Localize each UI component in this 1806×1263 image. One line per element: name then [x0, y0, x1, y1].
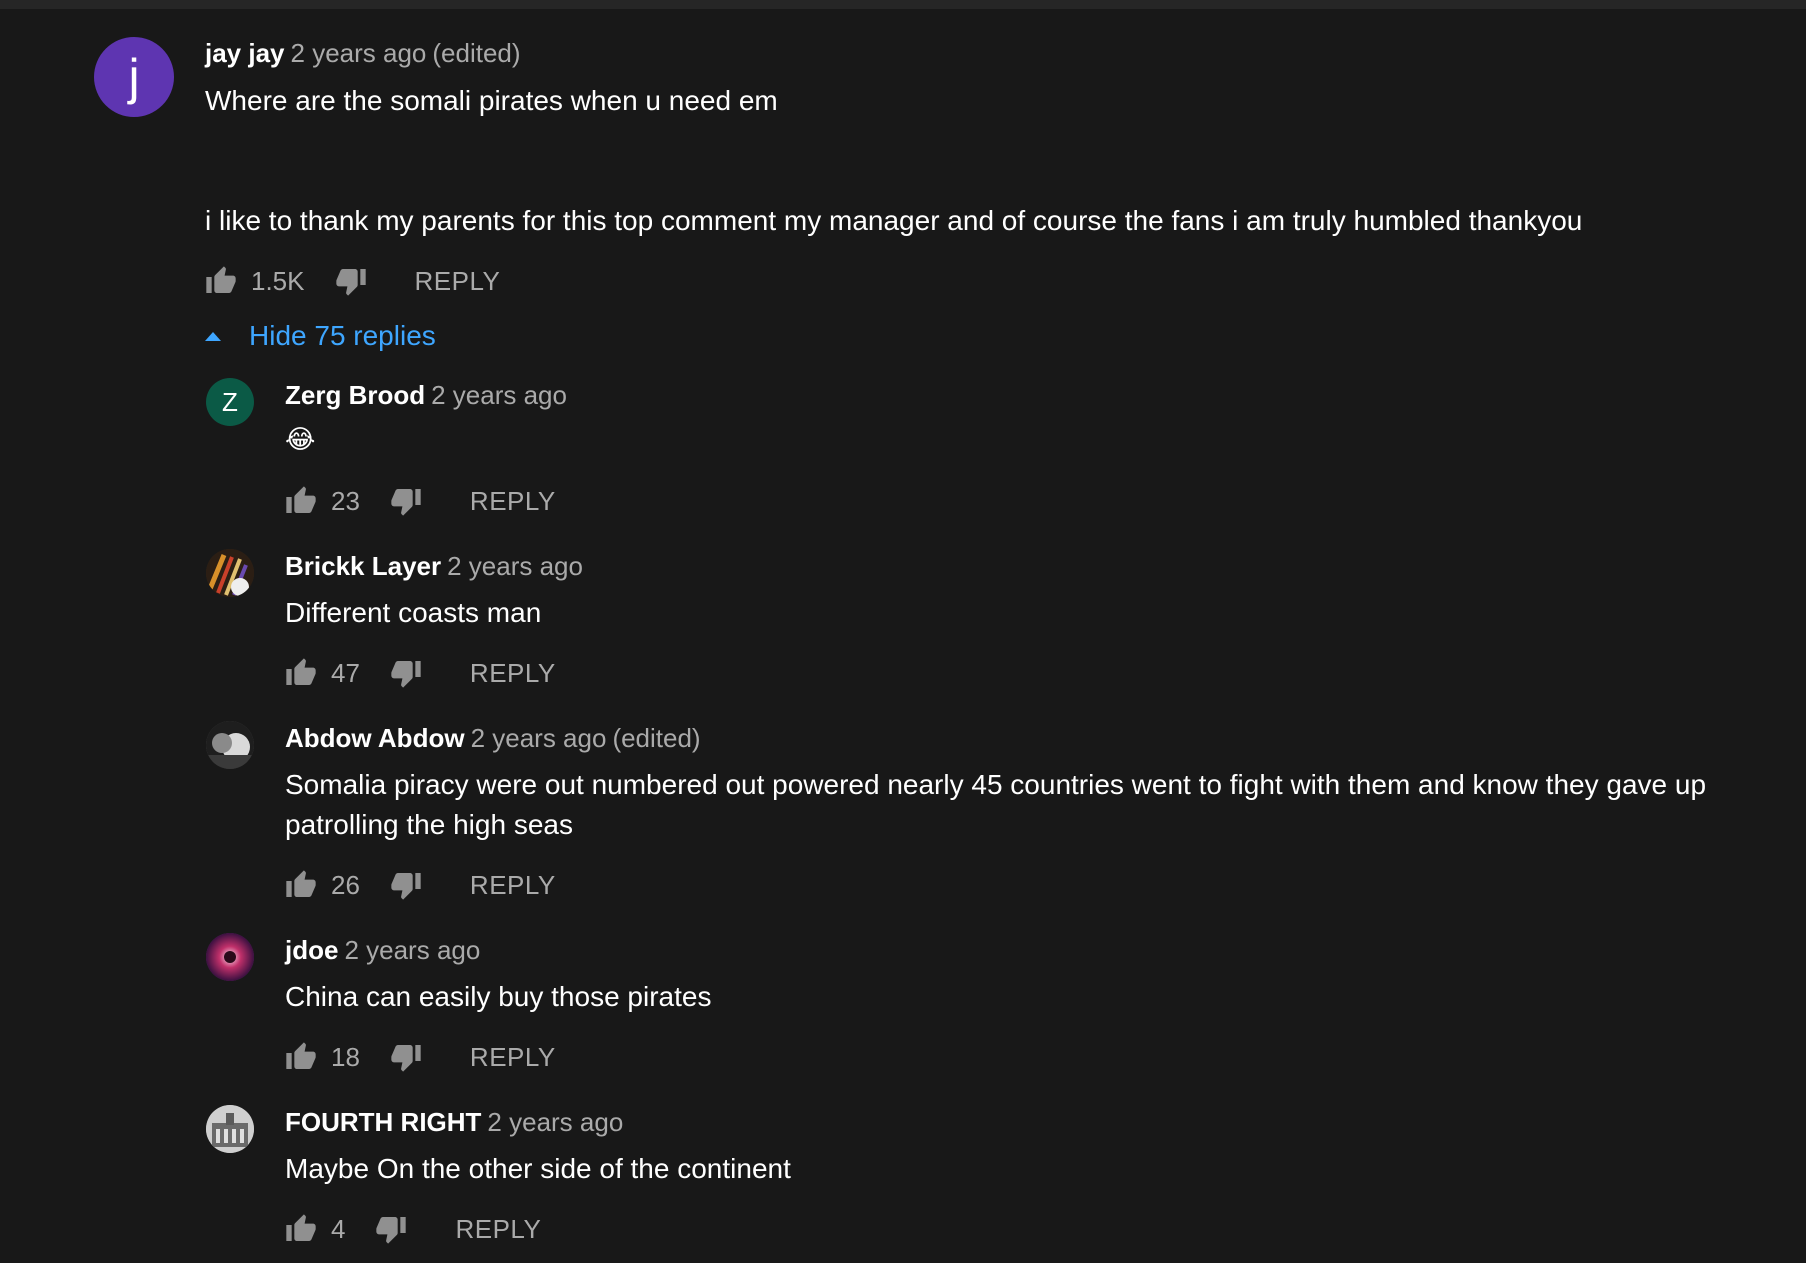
- reply-button[interactable]: REPLY: [470, 1042, 556, 1073]
- avatar-letter: Z: [222, 386, 238, 417]
- comment-edited-label: (edited): [612, 723, 701, 753]
- comment-actions: 4 REPLY: [285, 1211, 541, 1247]
- like-count: 18: [331, 1041, 360, 1072]
- like-count: 47: [331, 657, 360, 688]
- comment-actions: 47 REPLY: [285, 655, 556, 691]
- comment-header: FOURTH RIGHT 2 years ago: [285, 1107, 623, 1137]
- reply-button[interactable]: REPLY: [455, 1214, 541, 1245]
- comment-time[interactable]: 2 years ago: [471, 723, 607, 753]
- thumbs-up-icon[interactable]: [285, 1213, 317, 1245]
- reply-button[interactable]: REPLY: [470, 658, 556, 689]
- comment-author[interactable]: jay jay: [205, 38, 285, 68]
- avatar-image: [206, 933, 254, 981]
- thumbs-up-icon[interactable]: [285, 1041, 317, 1073]
- comment-text: Somalia piracy were out numbered out pow…: [285, 769, 1714, 840]
- like-count: 23: [331, 485, 360, 516]
- comment-header: Brickk Layer 2 years ago: [285, 551, 583, 581]
- comment-text: China can easily buy those pirates: [285, 981, 712, 1012]
- avatar[interactable]: Z: [206, 378, 254, 426]
- reply-button[interactable]: REPLY: [470, 486, 556, 517]
- comment-author[interactable]: Brickk Layer: [285, 551, 441, 581]
- comment-text: Where are the somali pirates when u need…: [205, 85, 778, 116]
- comment-time[interactable]: 2 years ago: [291, 38, 427, 68]
- hide-replies-toggle[interactable]: Hide 75 replies: [205, 320, 436, 352]
- comment-actions: 1.5K REPLY: [205, 263, 500, 299]
- comment-time[interactable]: 2 years ago: [431, 380, 567, 410]
- avatar[interactable]: [206, 933, 254, 981]
- thumbs-up-icon[interactable]: [285, 485, 317, 517]
- comment-time[interactable]: 2 years ago: [447, 551, 583, 581]
- caret-up-icon: [205, 331, 221, 341]
- reply-button[interactable]: REPLY: [470, 870, 556, 901]
- avatar[interactable]: j: [94, 37, 174, 117]
- comment-header: Abdow Abdow 2 years ago (edited): [285, 723, 701, 753]
- hide-replies-label: Hide 75 replies: [249, 320, 436, 351]
- comment-author[interactable]: Zerg Brood: [285, 380, 425, 410]
- comment-actions: 26 REPLY: [285, 867, 556, 903]
- comment-edited-label: (edited): [432, 38, 521, 68]
- comment-text: Different coasts man: [285, 597, 542, 628]
- thumbs-down-icon[interactable]: [390, 869, 422, 901]
- comment-author[interactable]: jdoe: [285, 935, 338, 965]
- comment-text-continued: i like to thank my parents for this top …: [205, 205, 1583, 236]
- thumbs-up-icon[interactable]: [285, 869, 317, 901]
- comment-header: jay jay 2 years ago (edited): [205, 38, 521, 68]
- top-divider-bar: [0, 0, 1806, 9]
- thumbs-down-icon[interactable]: [390, 485, 422, 517]
- like-count: 4: [331, 1213, 346, 1244]
- like-count: 1.5K: [251, 265, 305, 296]
- thumbs-up-icon[interactable]: [285, 657, 317, 689]
- thumbs-down-icon[interactable]: [390, 657, 422, 689]
- comment-header: jdoe 2 years ago: [285, 935, 480, 965]
- avatar-letter: j: [128, 49, 140, 105]
- thumbs-down-icon[interactable]: [390, 1041, 422, 1073]
- like-count: 26: [331, 869, 360, 900]
- comment-text: Maybe On the other side of the continent: [285, 1153, 791, 1184]
- avatar-image: [206, 1105, 254, 1153]
- comment-text: 😂: [285, 425, 316, 455]
- comment-time[interactable]: 2 years ago: [487, 1107, 623, 1137]
- comment-author[interactable]: FOURTH RIGHT: [285, 1107, 481, 1137]
- comment-author[interactable]: Abdow Abdow: [285, 723, 465, 753]
- avatar-image: [206, 549, 254, 597]
- avatar[interactable]: [206, 1105, 254, 1153]
- thumbs-down-icon[interactable]: [375, 1213, 407, 1245]
- comment-actions: 23 REPLY: [285, 483, 556, 519]
- comment-time[interactable]: 2 years ago: [344, 935, 480, 965]
- thumbs-down-icon[interactable]: [335, 265, 367, 297]
- thumbs-up-icon[interactable]: [205, 265, 237, 297]
- avatar[interactable]: [206, 549, 254, 597]
- avatar[interactable]: [206, 721, 254, 769]
- avatar-image: [206, 721, 254, 769]
- comment-header: Zerg Brood 2 years ago: [285, 380, 567, 410]
- comment-actions: 18 REPLY: [285, 1039, 556, 1075]
- reply-button[interactable]: REPLY: [415, 266, 501, 297]
